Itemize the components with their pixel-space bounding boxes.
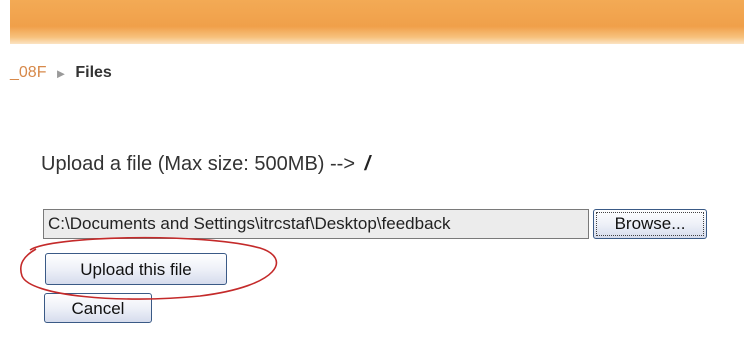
upload-file-button[interactable]: Upload this file xyxy=(45,253,227,285)
cancel-button[interactable]: Cancel xyxy=(44,293,152,323)
browse-button-label: Browse... xyxy=(596,212,704,236)
breadcrumb: _08F ► Files xyxy=(10,64,112,82)
header-bar xyxy=(10,0,744,44)
upload-heading-text: Upload a file (Max size: 500MB) --> xyxy=(41,153,356,175)
file-picker: C:\Documents and Settings\itrcstaf\Deskt… xyxy=(43,209,707,239)
help-icon[interactable]: / xyxy=(365,153,371,176)
file-path-input[interactable]: C:\Documents and Settings\itrcstaf\Deskt… xyxy=(43,209,589,239)
browse-button[interactable]: Browse... xyxy=(593,209,707,239)
upload-heading: Upload a file (Max size: 500MB) --> / xyxy=(41,153,370,176)
breadcrumb-current: Files xyxy=(75,64,112,81)
triangle-right-icon: ► xyxy=(54,65,68,81)
breadcrumb-course-link[interactable]: _08F xyxy=(10,64,46,82)
